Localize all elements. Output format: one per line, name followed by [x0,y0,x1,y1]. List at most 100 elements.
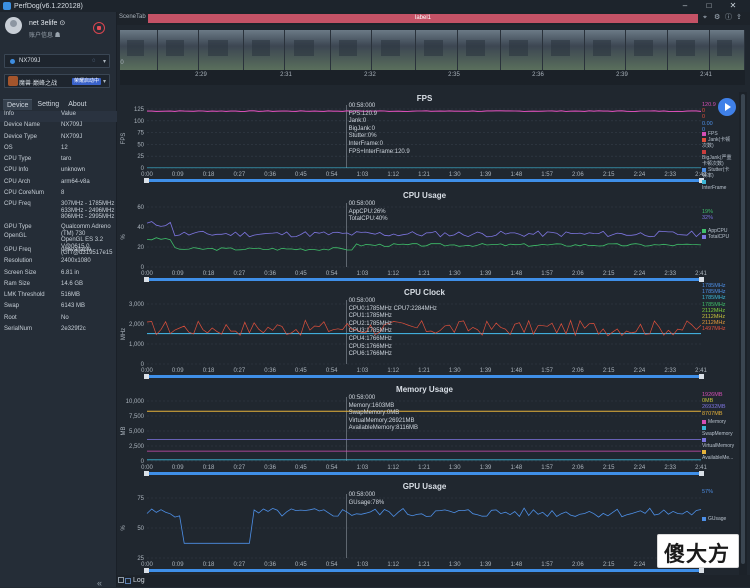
avatar[interactable] [5,17,22,34]
legend-item[interactable]: GUsage [702,516,726,522]
info-row: Root No [0,315,117,326]
current-values: 57% [702,489,713,495]
series-totalcpu [146,221,702,238]
timeline-tick-label: 2:39 [616,72,628,78]
range-handle-left [144,568,149,573]
x-tick-label: 1:48 [510,172,522,178]
chart-cpu[interactable]: CPU Usage 60 40 20 0% 0:00 0:09 0:18 0:27 0:36 0:4… [117,188,732,285]
timeline-thumbnail[interactable] [285,30,331,70]
tab-device[interactable]: Device [3,99,33,110]
record-button[interactable] [93,22,105,34]
chart-tooltip: 00:58:000 FPS:120.9 Jank:0 BigJank:0 Stutter… [349,103,410,156]
chart-svg[interactable]: 1251007550250FPS0:00 0:09 0:18 0:27 0:36 0:45… [117,91,732,188]
x-tick-label: 2:06 [572,172,584,178]
settings-icon[interactable]: ⚙ [714,14,722,22]
timeline-thumbnail[interactable] [710,30,745,70]
tooltip-line: BigJank:0 [348,125,375,132]
account-info-link[interactable]: 账户信息 ☗ [29,30,61,39]
timeline-thumbnail[interactable] [543,30,585,70]
location-icon[interactable]: ⌖ [703,14,711,22]
chart-gpu[interactable]: GPU Usage 75 50 25% 0:00 0:09 0:18 0:27 0:36 0:45… [117,479,732,576]
chart-fps[interactable]: FPS 125 100 75 50 25 0 FPS 0:00 0:09 0:18 0:27 0:36 0… [117,91,732,191]
legend-item[interactable]: Stutter(卡顿率) [702,167,732,179]
timeline-thumbnail[interactable] [120,30,158,70]
legend-item[interactable]: AvailableMe... [702,449,734,461]
timeline-thumbnail[interactable] [244,30,285,70]
scene-bar: SceneTab label1 ⌖ ⚙ ⓘ ⇪ [117,12,750,25]
device-select[interactable]: NX709J ◌ ▾ [4,54,110,68]
panel-toggle-icon[interactable] [118,577,124,583]
legend-item[interactable]: TotalCPU [702,234,729,240]
x-tick-label: 0:18 [203,172,215,178]
maximize-button[interactable]: □ [700,0,718,12]
x-tick-label: 1:39 [480,562,492,568]
legend-item[interactable]: SwapMemory [702,425,734,437]
timeline-thumbnail[interactable] [416,30,458,70]
chart-svg[interactable]: 6040200%0:00 0:09 0:18 0:27 0:36 0:45 0:54 1:03… [117,188,732,285]
scrollbar-thumb[interactable] [741,94,745,564]
info-row: SerialNum 2e329f2c [0,326,117,337]
x-tick-label: 1:30 [449,368,461,374]
close-button[interactable]: ✕ [724,0,742,12]
share-icon[interactable]: ⇪ [736,14,744,22]
info-key: Ram Size [4,280,31,287]
timeline-thumbnail[interactable] [158,30,199,70]
x-tick-label: 0:27 [233,368,245,374]
timeline-thumbnail[interactable] [668,30,710,70]
chart-svg[interactable]: 10,0007,5005,0002,5000MB0:00 0:09 0:18 0:27… [117,382,732,479]
y-tick-label: 125 [134,107,145,113]
title-bar: PerfDog(v6.1.220128) – □ ✕ [0,0,750,12]
x-tick-label: 0:00 [141,271,153,277]
tab-about[interactable]: About [64,99,90,110]
range-handle-right [699,374,704,379]
x-tick-label: 0:45 [295,368,307,374]
app-select[interactable]: 魔兽·巅峰之战 荣耀启动中 ▾ [4,74,110,88]
timeline-thumbnail[interactable] [331,30,372,70]
legend-item[interactable]: Jank(卡顿次数) [702,137,732,149]
app-name: 魔兽·巅峰之战 [19,81,57,87]
x-tick-label: 0:54 [326,271,338,277]
timeline-thumbnail[interactable] [372,30,416,70]
range-handle-right [699,471,704,476]
timeline-thumbnail[interactable] [501,30,543,70]
info-key: LMK Threshold [4,292,45,299]
timeline-thumbnail[interactable] [585,30,626,70]
info-value: No [61,314,69,321]
legend-swatch [702,449,706,454]
tab-setting[interactable]: Setting [33,99,63,110]
vertical-scrollbar[interactable] [739,92,747,577]
chart-memory[interactable]: Memory Usage 10,000 7,500 5,000 2,500 0 MB 0:00… [117,382,734,479]
current-values: 120.9 0 0 0.00 0 [702,102,716,133]
y-tick-label: 100 [134,119,145,125]
timeline-thumbnail[interactable] [199,30,244,70]
chart-legend: Memory SwapMemory VirtualMemory AvailableMe… [702,419,734,461]
tooltip-line: CPU6:1766MHz [348,351,392,358]
x-tick-label: 0:18 [203,368,215,374]
tooltip-line: Memory:1603MB [348,402,395,409]
x-tick-label: 2:15 [603,271,615,277]
scene-tab-label[interactable]: SceneTab [119,14,146,20]
legend-swatch [702,437,706,442]
scene-label-bar[interactable]: label1 [148,14,698,23]
x-tick-label: 1:48 [510,562,522,568]
legend-label: Stutter(卡顿率) [702,167,730,179]
timeline-thumbnail[interactable] [626,30,668,70]
bottom-bar: Log [117,575,750,587]
chart-clock[interactable]: CPU Clock 3,000 2,000 1,000 0 MHz 0:00 0:09 0:18… [117,283,732,382]
legend-item[interactable]: VirtualMemory [702,437,734,449]
x-tick-label: 1:12 [387,271,399,277]
play-button[interactable] [718,98,736,116]
series-appcpu [146,237,702,251]
info-icon[interactable]: ⓘ [725,14,733,22]
tooltip-line: Jank:0 [348,118,367,125]
log-checkbox[interactable] [125,578,131,584]
legend-item[interactable]: BigJank(严重卡顿次数) [702,149,732,167]
x-tick-label: 2:15 [603,172,615,178]
screenshot-timeline[interactable]: 2:29 2:31 2:32 2:35 2:36 2:39 2:41 0 [120,30,745,85]
chart-legend: FPS Jank(卡顿次数) BigJank(严重卡顿次数) Stutter(卡顿率)… [702,131,732,191]
minimize-button[interactable]: – [676,0,694,12]
chart-svg[interactable]: 755025%0:00 0:09 0:18 0:27 0:36 0:45 0:54 1:03 1… [117,479,732,576]
info-key: SerialNum [4,326,33,333]
timeline-thumbnail[interactable] [458,30,501,70]
x-tick-label: 1:12 [387,368,399,374]
